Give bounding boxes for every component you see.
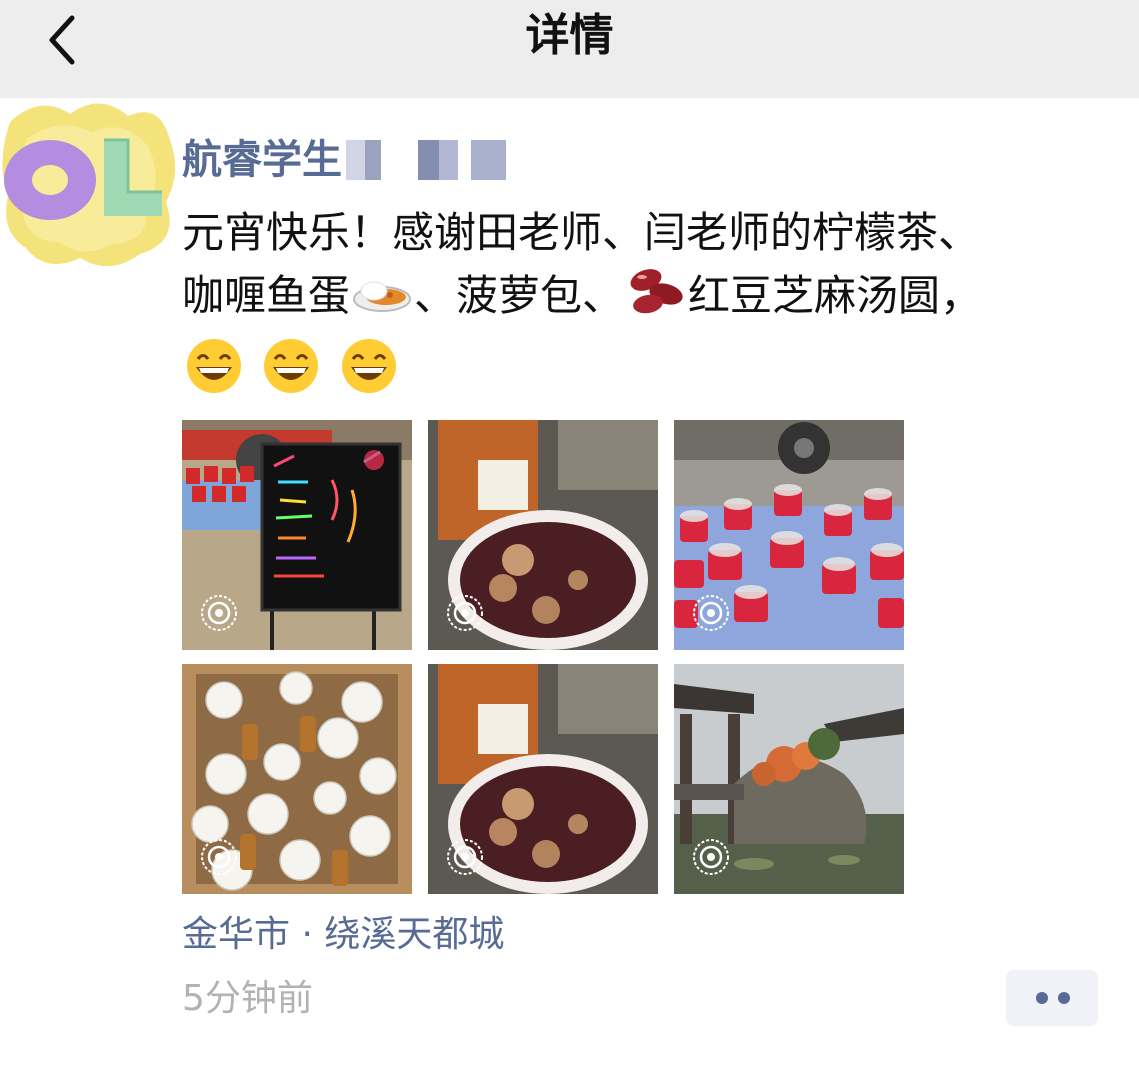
live-photo-icon — [201, 595, 237, 631]
live-photo-icon — [693, 595, 729, 631]
photo-tea-box[interactable] — [182, 664, 412, 894]
content-line-1: 元宵快乐！感谢田老师、闫老师的柠檬茶、 — [182, 208, 981, 257]
post-content: 元宵快乐！感谢田老师、闫老师的柠檬茶、 咖喱鱼蛋 、菠萝包、 红豆芝麻汤圆， — [182, 202, 1112, 395]
curry-rice-emoji — [352, 268, 412, 330]
post-timestamp: 5分钟前 — [182, 978, 313, 1019]
post-location[interactable]: 金华市 · 绕溪天都城 — [182, 908, 504, 962]
comment-like-menu-button[interactable] — [1006, 970, 1098, 1026]
photo-tangyuan-bowl-2[interactable] — [428, 664, 658, 894]
photo-grid — [182, 420, 904, 894]
live-photo-icon — [447, 839, 483, 875]
avatar[interactable] — [0, 92, 182, 276]
redacted-name-blur — [346, 140, 506, 180]
dot-icon — [1036, 992, 1048, 1004]
content-line-2: 咖喱鱼蛋 、菠萝包、 红豆芝麻汤圆， — [182, 264, 1112, 333]
top-nav-bar: 详情 — [0, 0, 1139, 98]
author-name[interactable]: 航睿学生 — [182, 130, 342, 190]
grinning-face-emoji — [339, 337, 399, 412]
page-title: 详情 — [525, 10, 614, 61]
dot-icon — [1058, 992, 1070, 1004]
live-photo-icon — [447, 595, 483, 631]
grinning-face-emoji — [184, 337, 244, 412]
content-line-3 — [182, 333, 1112, 395]
photo-drink-cups-table[interactable] — [674, 420, 904, 650]
beans-emoji — [626, 264, 686, 333]
content-text-curry: 咖喱鱼蛋 — [182, 271, 351, 320]
photo-garden-pavilion[interactable] — [674, 664, 904, 894]
content-text-tangyuan: 红豆芝麻汤圆， — [688, 271, 983, 320]
moment-post: 航睿学生 元宵快乐！感谢田老师、闫老师的柠檬茶、 咖喱鱼蛋 、菠萝包、 红豆芝麻汤圆… — [182, 130, 1112, 395]
photo-tangyuan-bowl[interactable] — [428, 420, 658, 650]
photo-lantern-sign[interactable] — [182, 420, 412, 650]
live-photo-icon — [693, 839, 729, 875]
content-text-pineapple: 、菠萝包、 — [414, 271, 625, 320]
grinning-face-emoji — [261, 337, 321, 412]
live-photo-icon — [201, 839, 237, 875]
